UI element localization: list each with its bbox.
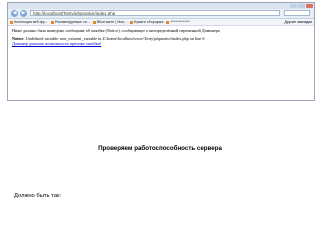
back-icon[interactable]: ◀ (11, 10, 18, 17)
address-bar[interactable]: http://localhost/Testy/phpnotice/index.p… (30, 10, 280, 16)
slide-heading: Проверяем работоспособность сервера (98, 145, 222, 152)
bookmark-item[interactable]: Бумаги сборщика (130, 19, 163, 25)
bookmark-item[interactable]: Рекомендуемые си... (51, 19, 90, 25)
minimize-icon[interactable] (290, 4, 297, 8)
bookmark-item[interactable]: ************** (166, 19, 190, 25)
slide-caption: Должно быть так: (14, 193, 62, 199)
forward-icon[interactable]: ▶ (20, 10, 27, 17)
maximize-icon[interactable] (298, 4, 305, 8)
browser-screenshot: ◀ ▶ http://localhost/Testy/phpnotice/ind… (7, 2, 315, 101)
page-link[interactable]: Доминер доказать возможности причине оши… (12, 41, 310, 46)
close-icon[interactable] (306, 4, 313, 8)
intro-text: Ниже должно быть выведено сообщение об о… (12, 28, 220, 33)
other-bookmarks[interactable]: Другие закладки (284, 19, 312, 25)
bookmarks-bar: Коллекция веб-фр... Рекомендуемые си... … (8, 19, 314, 26)
bookmark-item[interactable]: Коллекция веб-фр... (10, 19, 48, 25)
page-content: Ниже должно быть выведено сообщение об о… (8, 26, 314, 49)
address-url: http://localhost/Testy/phpnotice/index.p… (33, 11, 116, 16)
bookmark-item[interactable]: ВКонтакте | Моя... (93, 19, 127, 25)
address-toolbar: ◀ ▶ http://localhost/Testy/phpnotice/ind… (8, 9, 314, 19)
search-box[interactable] (284, 10, 310, 16)
